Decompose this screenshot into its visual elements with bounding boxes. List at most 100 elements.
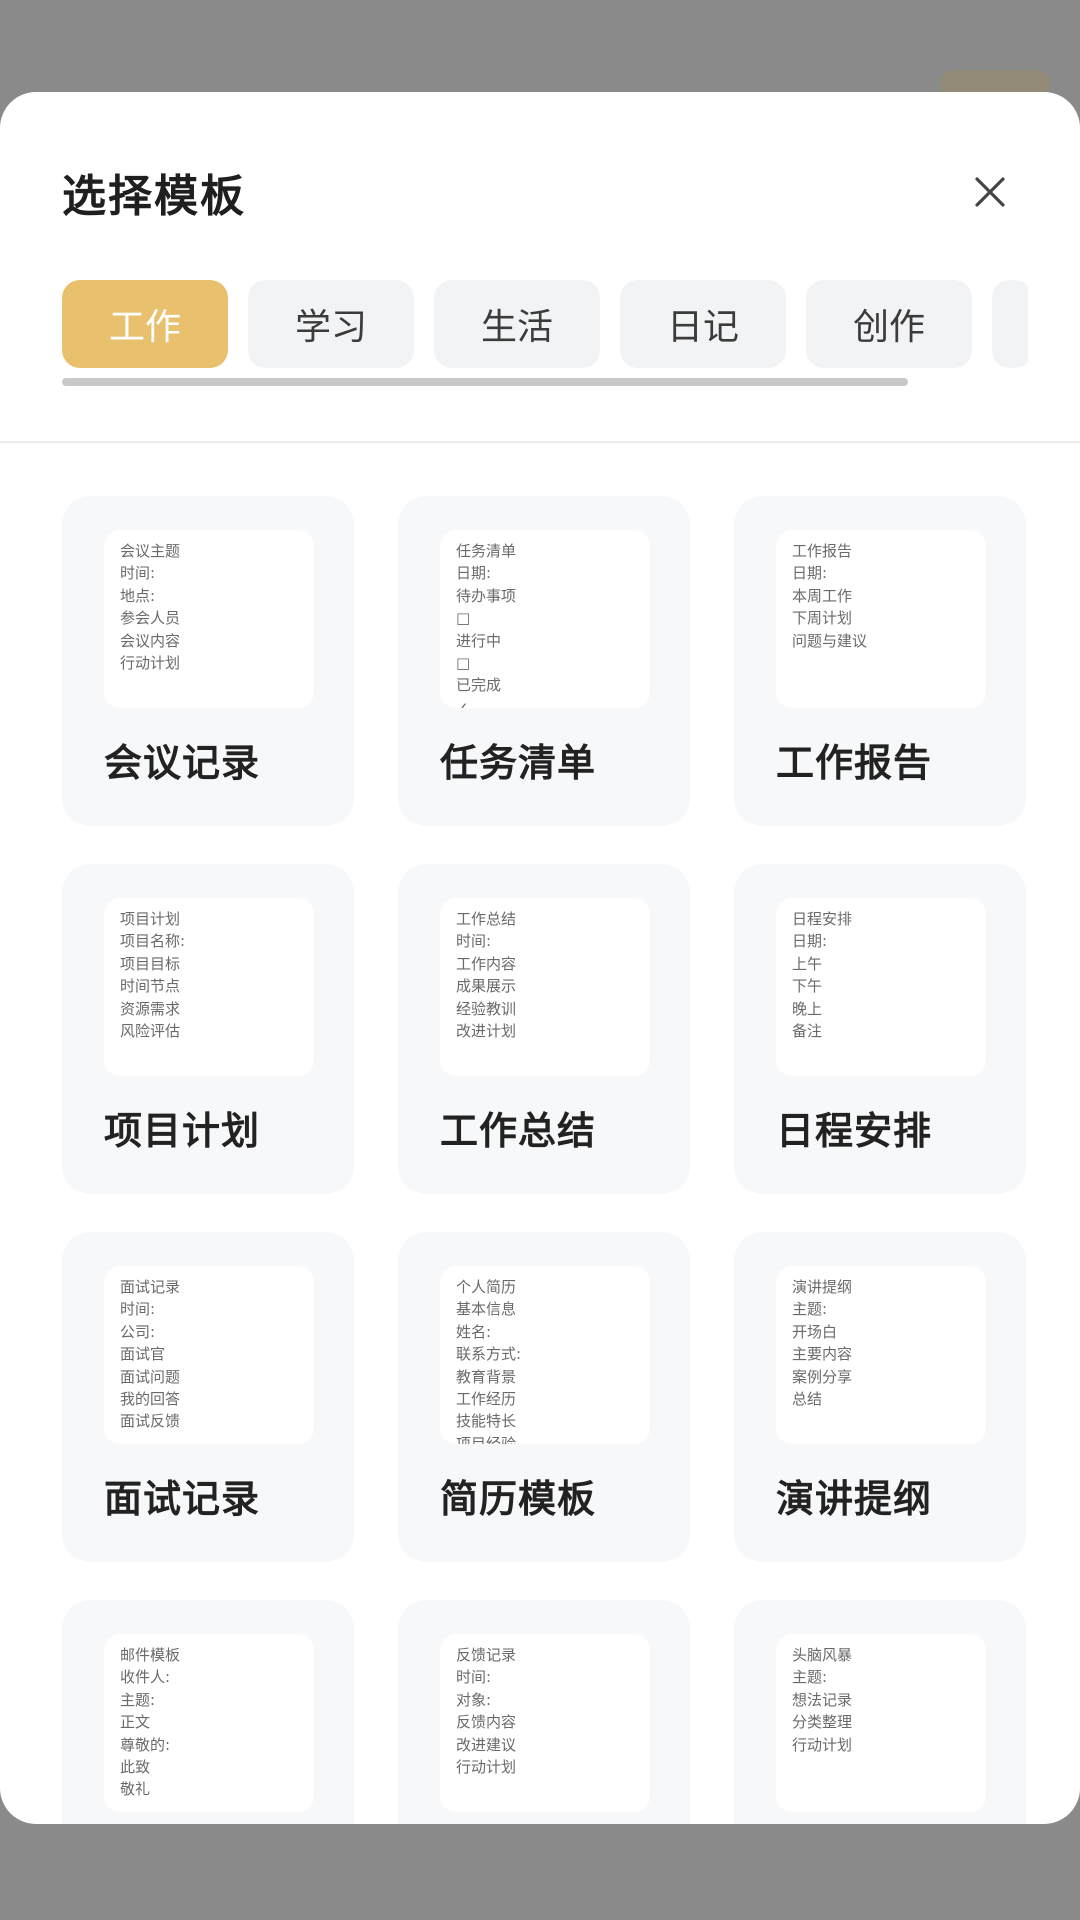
template-preview-text: 工作总结 时间: 工作内容 成果展示 经验教训 改进计划 [440,898,650,1042]
preview-line: 行动计划 [120,654,181,673]
preview-line: 地点: [120,586,156,605]
preview-line: 风险评估 [120,1022,181,1041]
preview-line: 进行中 [456,631,502,650]
preview-line: □ [456,609,471,628]
preview-line: 晚上 [792,999,823,1018]
preview-line: 我的回答 [120,1390,181,1409]
template-card[interactable]: 会议主题 时间: 地点: 参会人员 会议内容 行动计划 会议记录 [62,496,354,826]
preview-line: 演讲提纲 [792,1278,853,1296]
template-card[interactable]: 项目计划 项目名称: 项目目标 时间节点 资源需求 风险评估 项目计划 [62,864,354,1194]
template-card[interactable]: 日程安排 日期: 上午 下午 晚上 备注 日程安排 [734,864,1026,1194]
preview-line: 上午 [792,954,823,973]
preview-line: 项目目标 [120,954,181,973]
preview-line: 个人简历 [456,1278,517,1296]
template-title: 工作报告 [776,741,933,785]
tab-study[interactable]: 学习 [248,280,414,368]
preview-line: 经验教训 [456,999,517,1018]
template-title: 面试记录 [104,1477,261,1521]
preview-line: 面试问题 [120,1367,181,1386]
divider [0,441,1080,443]
preview-line: 任务清单 [456,542,517,560]
template-card[interactable]: 演讲提纲 主题: 开场白 主要内容 案例分享 总结 演讲提纲 [734,1232,1026,1562]
tab-overflow[interactable] [992,280,1028,368]
tab-work[interactable]: 工作 [62,280,228,368]
template-preview: 邮件模板 收件人: 主题: 正文 尊敬的: 此致 敬礼 [104,1634,314,1812]
preview-line: 技能特长 [456,1412,517,1431]
template-card[interactable]: 个人简历 基本信息 姓名: 联系方式: 教育背景 工作经历 技能特长 项目经验 简历模板 [398,1232,690,1562]
template-preview-text: 演讲提纲 主题: 开场白 主要内容 案例分享 总结 [776,1266,986,1410]
preview-line: 基本信息 [456,1300,517,1319]
template-preview-text: 个人简历 基本信息 姓名: 联系方式: 教育背景 工作经历 技能特长 项目经验 [440,1266,650,1444]
template-card[interactable]: 反馈记录 时间: 对象: 反馈内容 改进建议 行动计划 [398,1600,690,1824]
preview-line: 项目计划 [120,910,181,928]
preview-line: 下周计划 [792,609,853,628]
modal-header: 选择模板 [0,92,1080,252]
preview-line: 公司: [120,1322,156,1341]
preview-line: 反馈内容 [456,1713,517,1732]
preview-line: 本周工作 [792,586,853,605]
template-card[interactable]: 工作报告 日期: 本周工作 下周计划 问题与建议 工作报告 [734,496,1026,826]
preview-line: 会议内容 [120,631,181,650]
preview-line: 下午 [792,977,823,996]
tabs-scrollbar[interactable] [62,378,908,386]
template-card[interactable]: 邮件模板 收件人: 主题: 正文 尊敬的: 此致 敬礼 [62,1600,354,1824]
preview-line: 面试官 [120,1345,166,1364]
template-card[interactable]: 任务清单 日期: 待办事项 □ 进行中 □ 已完成 ✓ 任务清单 [398,496,690,826]
preview-line: 会议主题 [120,542,181,560]
preview-line: 主要内容 [792,1345,853,1364]
template-picker-modal: 选择模板 工作 学习 生活 日记 创作 会议主题 时间: 地点: 参会人员 会议内容 行动… [0,92,1080,1824]
tab-diary[interactable]: 日记 [620,280,786,368]
preview-line: 敬礼 [120,1780,151,1799]
template-preview: 会议主题 时间: 地点: 参会人员 会议内容 行动计划 [104,530,314,708]
template-preview-text: 会议主题 时间: 地点: 参会人员 会议内容 行动计划 [104,530,314,674]
modal-title: 选择模板 [62,171,246,222]
template-card[interactable]: 面试记录 时间: 公司: 面试官 面试问题 我的回答 面试反馈 面试记录 [62,1232,354,1562]
close-button[interactable] [962,164,1018,220]
template-grid: 会议主题 时间: 地点: 参会人员 会议内容 行动计划 会议记录 任务清单 日期: 待办事项 □ 进行… [62,496,1028,1824]
preview-line: 案例分享 [792,1367,853,1386]
template-preview: 反馈记录 时间: 对象: 反馈内容 改进建议 行动计划 [440,1634,650,1812]
template-preview: 头脑风暴 主题: 想法记录 分类整理 行动计划 [776,1634,986,1812]
template-title: 工作总结 [440,1109,597,1153]
template-title: 简历模板 [440,1477,597,1521]
template-card[interactable]: 头脑风暴 主题: 想法记录 分类整理 行动计划 [734,1600,1026,1824]
template-preview-text: 工作报告 日期: 本周工作 下周计划 问题与建议 [776,530,986,652]
tab-life[interactable]: 生活 [434,280,600,368]
preview-line: 反馈记录 [456,1646,517,1664]
template-preview-text: 面试记录 时间: 公司: 面试官 面试问题 我的回答 面试反馈 [104,1266,314,1433]
template-preview-text: 头脑风暴 主题: 想法记录 分类整理 行动计划 [776,1634,986,1756]
template-preview: 个人简历 基本信息 姓名: 联系方式: 教育背景 工作经历 技能特长 项目经验 [440,1266,650,1444]
template-title: 演讲提纲 [776,1477,933,1521]
preview-line: 邮件模板 [120,1646,181,1664]
preview-line: ✓ [456,698,469,708]
template-title: 项目计划 [104,1109,261,1153]
preview-line: 行动计划 [456,1758,517,1777]
template-preview: 日程安排 日期: 上午 下午 晚上 备注 [776,898,986,1076]
preview-line: 正文 [120,1713,151,1732]
preview-line: 待办事项 [456,586,517,605]
preview-line: 头脑风暴 [792,1646,853,1664]
preview-line: 时间: [120,1300,156,1319]
preview-line: 时间: [120,564,156,583]
template-preview: 任务清单 日期: 待办事项 □ 进行中 □ 已完成 ✓ [440,530,650,708]
preview-line: 项目经验 [456,1434,517,1444]
preview-line: 教育背景 [456,1367,517,1386]
preview-line: □ [456,654,471,673]
preview-line: 联系方式: [456,1345,522,1364]
template-title: 任务清单 [440,741,597,785]
preview-line: 时间: [456,932,492,951]
preview-line: 姓名: [456,1322,492,1341]
template-card[interactable]: 工作总结 时间: 工作内容 成果展示 经验教训 改进计划 工作总结 [398,864,690,1194]
preview-line: 想法记录 [792,1690,853,1709]
preview-line: 面试反馈 [120,1412,181,1431]
tab-creation[interactable]: 创作 [806,280,972,368]
preview-line: 工作报告 [792,542,853,560]
preview-line: 主题: [792,1300,828,1319]
template-preview-text: 项目计划 项目名称: 项目目标 时间节点 资源需求 风险评估 [104,898,314,1042]
template-title: 会议记录 [104,741,261,785]
preview-line: 此致 [120,1758,151,1777]
template-preview: 演讲提纲 主题: 开场白 主要内容 案例分享 总结 [776,1266,986,1444]
preview-line: 日期: [792,932,828,951]
preview-line: 时间节点 [120,977,181,996]
preview-line: 成果展示 [456,977,517,996]
